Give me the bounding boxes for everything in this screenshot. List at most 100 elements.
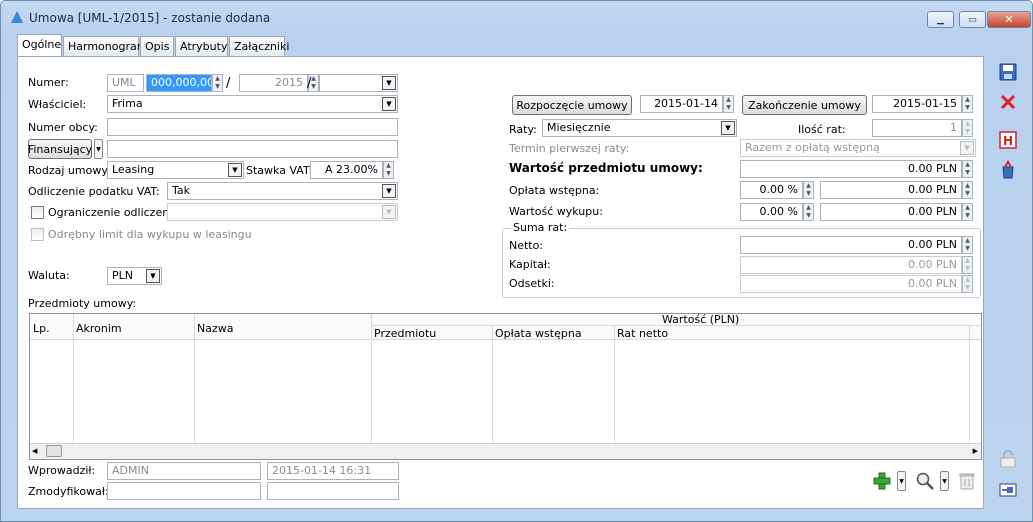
save-icon[interactable] bbox=[997, 61, 1019, 83]
grid-column-divider bbox=[194, 314, 195, 444]
termin-label: Termin pierwszej raty: bbox=[509, 142, 630, 155]
oplata-percent-field[interactable]: 0.00 % bbox=[740, 181, 803, 199]
ilosc-rat-label: Ilość rat: bbox=[798, 123, 846, 136]
oplata-value-field[interactable]: 0.00 PLN bbox=[820, 181, 962, 199]
pin-icon[interactable] bbox=[997, 479, 1019, 501]
wlasciciel-value: Frima bbox=[112, 97, 143, 110]
tab-harmonogram[interactable]: Harmonogram bbox=[63, 36, 147, 57]
stawka-label: Stawka VAT: bbox=[246, 164, 313, 177]
oplata-percent-spinner[interactable]: ▲ ▼ bbox=[803, 181, 814, 199]
delete-icon[interactable] bbox=[956, 470, 978, 492]
wartosc-field[interactable]: 0.00 PLN bbox=[740, 160, 962, 178]
finansujacy-field[interactable] bbox=[107, 140, 398, 158]
scroll-left-icon[interactable]: ◀ bbox=[32, 447, 37, 455]
bucket-icon[interactable] bbox=[997, 159, 1019, 181]
horizontal-scrollbar[interactable]: ◀ ▶ bbox=[30, 443, 981, 459]
numer-prefix-field[interactable]: UML bbox=[107, 74, 144, 92]
waluta-select[interactable]: PLN ▼ bbox=[107, 267, 162, 285]
numer-value-field[interactable]: 000,000,001 bbox=[146, 74, 212, 92]
zakonczenie-date-field[interactable]: 2015-01-15 bbox=[872, 95, 962, 113]
netto-field[interactable]: 0.00 PLN bbox=[740, 236, 962, 254]
col-oplata[interactable]: Opłata wstępna bbox=[495, 327, 582, 340]
close-button[interactable]: ✕ bbox=[987, 11, 1031, 28]
rozpoczecie-date-field[interactable]: 2015-01-14 bbox=[640, 95, 723, 113]
finansujacy-button[interactable]: Finansujący bbox=[28, 139, 92, 159]
stawka-field[interactable]: A 23.00% bbox=[310, 161, 383, 179]
search-dropdown-arrow[interactable]: ▼ bbox=[940, 471, 949, 491]
waluta-label: Waluta: bbox=[28, 269, 70, 282]
rozpoczecie-spinner[interactable]: ▲ ▼ bbox=[723, 95, 734, 113]
cancel-icon[interactable] bbox=[997, 91, 1019, 113]
add-dropdown-arrow[interactable]: ▼ bbox=[897, 471, 906, 491]
kapital-spinner[interactable]: ▲ ▼ bbox=[962, 256, 973, 274]
kapital-label: Kapitał: bbox=[509, 258, 551, 271]
wykup-percent-spinner[interactable]: ▲ ▼ bbox=[803, 203, 814, 221]
tab-ogolne[interactable]: Ogólne bbox=[17, 34, 62, 56]
col-lp[interactable]: Lp. bbox=[33, 322, 50, 335]
chevron-down-icon: ▼ bbox=[960, 141, 974, 155]
numer-year-field[interactable]: 2015 bbox=[239, 74, 308, 92]
col-nazwa[interactable]: Nazwa bbox=[197, 322, 233, 335]
wykup-value-field[interactable]: 0.00 PLN bbox=[820, 203, 962, 221]
wykup-value-spinner[interactable]: ▲ ▼ bbox=[962, 203, 973, 221]
wykup-label: Wartość wykupu: bbox=[509, 205, 603, 218]
odliczenie-select[interactable]: Tak ▼ bbox=[167, 182, 398, 200]
grid-column-divider bbox=[969, 326, 970, 444]
numer-obcy-field[interactable] bbox=[107, 118, 398, 136]
ograniczenie-select[interactable]: ▼ bbox=[167, 203, 398, 221]
minimize-button[interactable]: ▁ bbox=[927, 11, 954, 28]
numer-series-select[interactable]: ▼ bbox=[319, 74, 398, 92]
przedmioty-grid[interactable]: Lp. Akronim Nazwa Wartość (PLN) Przedmio… bbox=[29, 313, 982, 460]
rodzaj-select[interactable]: Leasing ▼ bbox=[107, 161, 244, 179]
chevron-down-icon: ▼ bbox=[382, 97, 396, 111]
kapital-field[interactable]: 0.00 PLN bbox=[740, 256, 962, 274]
scroll-right-icon[interactable]: ▶ bbox=[973, 447, 978, 455]
scroll-thumb[interactable] bbox=[46, 445, 62, 457]
netto-label: Netto: bbox=[509, 239, 544, 252]
title-bar: Umowa [UML-1/2015] - zostanie dodana ▁ ▭… bbox=[1, 1, 1032, 35]
przedmioty-label: Przedmioty umowy: bbox=[28, 297, 137, 310]
maximize-button[interactable]: ▭ bbox=[959, 11, 986, 28]
rozpoczecie-button[interactable]: Rozpoczęcie umowy bbox=[512, 95, 632, 115]
zmodyfikowal-date-field[interactable] bbox=[267, 482, 399, 500]
wykup-percent-field[interactable]: 0.00 % bbox=[740, 203, 803, 221]
unlock-icon[interactable] bbox=[997, 448, 1019, 470]
zmodyfikowal-label: Zmodyfikował: bbox=[28, 485, 109, 498]
ilosc-rat-spinner[interactable]: ▲ ▼ bbox=[962, 119, 973, 137]
odliczenie-value: Tak bbox=[172, 184, 191, 197]
tab-zalaczniki[interactable]: Załączniki bbox=[229, 36, 289, 57]
main-window: Umowa [UML-1/2015] - zostanie dodana ▁ ▭… bbox=[0, 0, 1033, 522]
zmodyfikowal-field[interactable] bbox=[107, 482, 261, 500]
col-przedmiotu[interactable]: Przedmiotu bbox=[374, 327, 436, 340]
odsetki-field[interactable]: 0.00 PLN bbox=[740, 275, 962, 293]
wlasciciel-select[interactable]: Frima ▼ bbox=[107, 95, 398, 113]
tab-opis[interactable]: Opis bbox=[140, 36, 174, 57]
wartosc-spinner[interactable]: ▲ ▼ bbox=[962, 160, 973, 178]
grid-column-divider bbox=[73, 314, 74, 444]
wprowadzil-date-field[interactable]: 2015-01-14 16:31 bbox=[267, 462, 399, 480]
oplata-value-spinner[interactable]: ▲ ▼ bbox=[962, 181, 973, 199]
ograniczenie-checkbox[interactable] bbox=[31, 206, 44, 219]
search-icon[interactable] bbox=[914, 470, 936, 492]
odsetki-spinner[interactable]: ▲ ▼ bbox=[962, 275, 973, 293]
odsetki-label: Odsetki: bbox=[509, 277, 555, 290]
rodzaj-label: Rodzaj umowy: bbox=[28, 164, 111, 177]
stawka-spinner[interactable]: ▲ ▼ bbox=[383, 161, 394, 179]
numer-spinner[interactable]: ▲ ▼ bbox=[212, 74, 223, 92]
svg-text:H: H bbox=[1003, 134, 1013, 148]
col-akronim[interactable]: Akronim bbox=[76, 322, 122, 335]
history-icon[interactable]: H bbox=[997, 129, 1019, 151]
raty-select[interactable]: Miesięcznie ▼ bbox=[542, 119, 737, 137]
zakonczenie-button[interactable]: Zakończenie umowy bbox=[742, 95, 867, 115]
odrebny-limit-checkbox[interactable] bbox=[31, 228, 44, 241]
netto-spinner[interactable]: ▲ ▼ bbox=[962, 236, 973, 254]
finansujacy-dropdown-arrow[interactable]: ▼ bbox=[94, 139, 103, 159]
zakonczenie-spinner[interactable]: ▲ ▼ bbox=[962, 95, 973, 113]
col-rat-netto[interactable]: Rat netto bbox=[617, 327, 668, 340]
ilosc-rat-field[interactable]: 1 bbox=[872, 119, 962, 137]
tab-atrybuty[interactable]: Atrybuty bbox=[175, 36, 228, 57]
wprowadzil-field[interactable]: ADMIN bbox=[107, 462, 261, 480]
add-icon[interactable] bbox=[871, 470, 893, 492]
termin-select[interactable]: Razem z opłatą wstępną ▼ bbox=[740, 139, 976, 157]
chevron-down-icon: ▼ bbox=[721, 121, 735, 135]
